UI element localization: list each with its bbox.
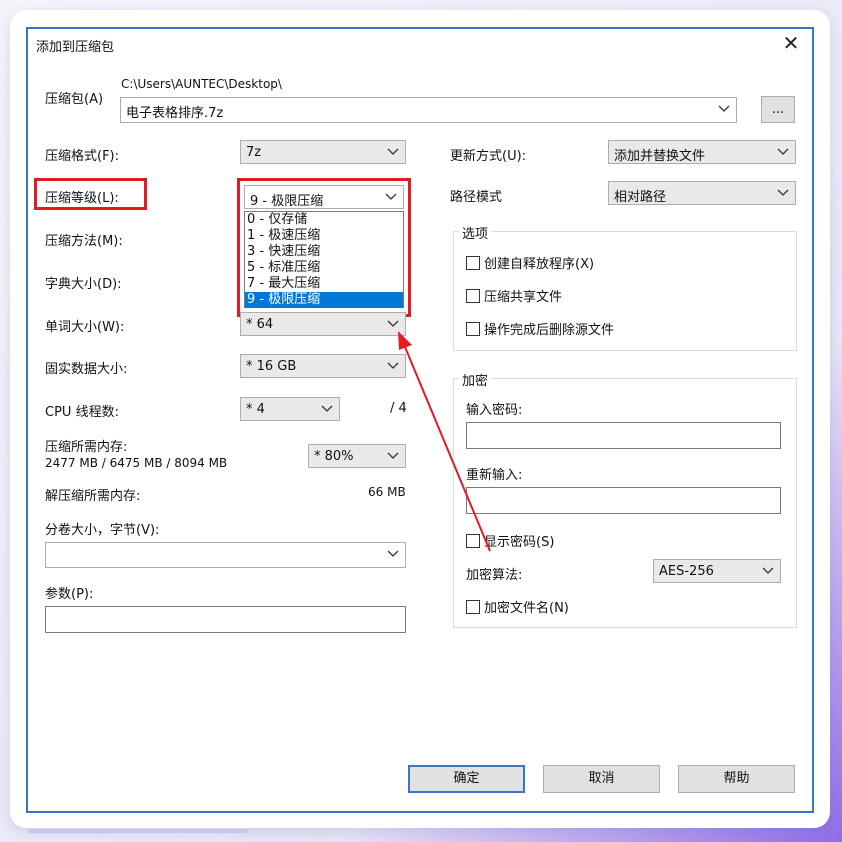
- annotation-arrow: [398, 331, 491, 552]
- add-to-archive-dialog: 添加到压缩包 ✕ 压缩包(A) C:\Users\AUNTEC\Desktop\…: [26, 27, 814, 813]
- card-accent-bar: [28, 829, 248, 833]
